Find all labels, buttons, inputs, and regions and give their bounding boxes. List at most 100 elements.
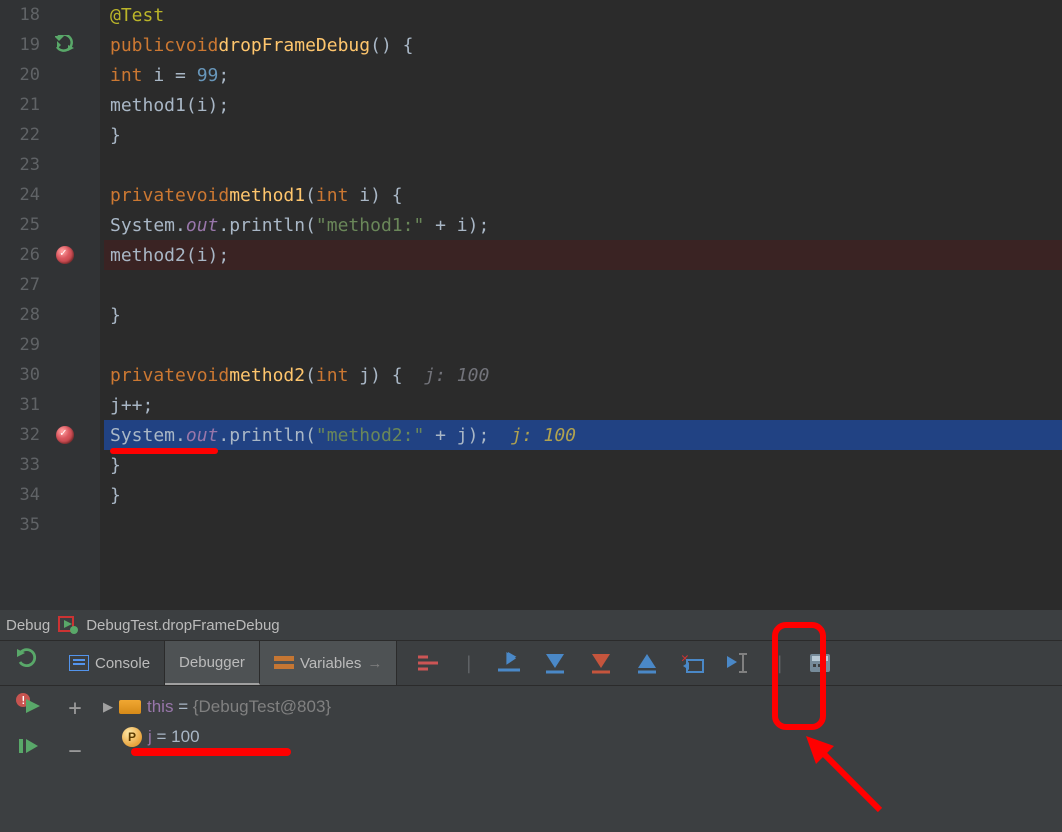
show-execution-point-button[interactable] xyxy=(415,650,441,676)
line-number: 23 xyxy=(10,155,40,175)
object-icon xyxy=(119,700,141,714)
code-token: private xyxy=(110,365,186,386)
tab-label: Variables xyxy=(300,655,361,672)
code-token: i = xyxy=(143,65,197,86)
run-config-name[interactable]: DebugTest.dropFrameDebug xyxy=(86,617,279,634)
rerun-button[interactable] xyxy=(16,647,40,671)
tab-label: Console xyxy=(95,655,150,672)
code-token: + j); xyxy=(424,425,511,446)
debugger-toolbar: Console Debugger Variables → | ✕ xyxy=(0,640,1062,685)
code-token: out xyxy=(186,215,219,236)
code-token: j++; xyxy=(110,395,153,416)
annotation-underline xyxy=(131,748,291,756)
variables-tree[interactable]: ▶ this = {DebugTest@803} P j = 100 xyxy=(95,686,1062,832)
code-token: method2(i); xyxy=(110,245,229,266)
line-number: 22 xyxy=(10,125,40,145)
variables-panel: ! + − ▶ this = {DebugTest@803} P j = 100 xyxy=(0,685,1062,832)
line-number: 32 xyxy=(10,425,40,445)
code-token: } xyxy=(110,455,121,476)
debug-toolwindow-header: Debug DebugTest.dropFrameDebug xyxy=(0,610,1062,640)
line-number: 25 xyxy=(10,215,40,235)
debug-title: Debug xyxy=(6,617,50,634)
code-token: "method1:" xyxy=(316,215,424,236)
force-step-into-button[interactable] xyxy=(588,650,614,676)
console-icon xyxy=(69,655,89,671)
code-token: int xyxy=(110,65,143,86)
step-out-button[interactable] xyxy=(634,650,660,676)
code-token: out xyxy=(186,425,219,446)
code-area[interactable]: @Test public void dropFrameDebug() { int… xyxy=(100,0,1062,610)
code-token: ( xyxy=(305,365,316,386)
code-token: } xyxy=(110,125,121,146)
code-token: private xyxy=(110,185,186,206)
tab-debugger[interactable]: Debugger xyxy=(165,641,260,685)
code-token: i) { xyxy=(348,185,402,206)
inline-value: j: 100 xyxy=(511,425,576,446)
variable-row-this[interactable]: ▶ this = {DebugTest@803} xyxy=(103,692,1054,722)
line-number: 35 xyxy=(10,515,40,535)
code-token: int xyxy=(316,185,349,206)
equals: = xyxy=(173,697,192,716)
code-token: dropFrameDebug xyxy=(218,35,370,56)
code-token: void xyxy=(186,185,229,206)
line-number: 24 xyxy=(10,185,40,205)
code-token: int xyxy=(316,365,349,386)
code-token: } xyxy=(110,305,121,326)
code-token: "method2:" xyxy=(316,425,424,446)
code-token: ( xyxy=(305,185,316,206)
step-over-button[interactable] xyxy=(496,650,522,676)
variables-icon xyxy=(274,655,294,671)
code-token: + i); xyxy=(424,215,489,236)
code-token: method1 xyxy=(229,185,305,206)
line-number: 26 xyxy=(10,245,40,265)
separator: | xyxy=(461,653,476,674)
equals: = xyxy=(152,727,171,746)
code-token: method1(i); xyxy=(110,95,229,116)
evaluate-expression-button[interactable] xyxy=(807,650,833,676)
tab-label: Debugger xyxy=(179,654,245,671)
code-token: @Test xyxy=(110,5,164,26)
svg-text:!: ! xyxy=(20,694,27,707)
parameter-icon: P xyxy=(122,727,142,747)
variable-name: this xyxy=(147,697,173,716)
resume-program-button[interactable] xyxy=(16,734,40,758)
line-number: 31 xyxy=(10,395,40,415)
breakpoint-icon[interactable] xyxy=(40,426,90,444)
code-token: void xyxy=(175,35,218,56)
drop-frame-button[interactable]: ✕ xyxy=(680,650,706,676)
code-token: void xyxy=(186,365,229,386)
code-token: System. xyxy=(110,215,186,236)
annotation-arrow xyxy=(800,730,900,820)
line-number: 30 xyxy=(10,365,40,385)
line-number: 20 xyxy=(10,65,40,85)
separator: | xyxy=(772,653,787,674)
resume-with-exception-button[interactable]: ! xyxy=(16,692,40,716)
expand-icon[interactable]: ▶ xyxy=(103,699,113,715)
step-into-button[interactable] xyxy=(542,650,568,676)
code-token: public xyxy=(110,35,175,56)
code-token: } xyxy=(110,485,121,506)
code-token: method2 xyxy=(229,365,305,386)
run-config-icon xyxy=(58,616,78,634)
code-token: .println( xyxy=(218,215,316,236)
inline-value: j: 100 xyxy=(424,365,489,386)
line-number: 27 xyxy=(10,275,40,295)
line-number: 19 xyxy=(10,35,40,55)
code-token: System. xyxy=(110,425,186,446)
line-number: 29 xyxy=(10,335,40,355)
line-number: 33 xyxy=(10,455,40,475)
editor-gutter: 18 19 20 21 22 23 24 25 26 27 28 29 30 3… xyxy=(0,0,100,610)
line-number: 28 xyxy=(10,305,40,325)
remove-watch-button[interactable]: − xyxy=(68,739,81,764)
breakpoint-icon[interactable] xyxy=(40,246,90,264)
tab-variables[interactable]: Variables → xyxy=(260,641,397,685)
code-token: 99 xyxy=(197,65,219,86)
tab-console[interactable]: Console xyxy=(55,641,165,685)
line-number: 21 xyxy=(10,95,40,115)
code-token: ; xyxy=(218,65,229,86)
add-watch-button[interactable]: + xyxy=(68,696,81,721)
tab-arrow: → xyxy=(367,655,382,672)
run-to-cursor-button[interactable] xyxy=(726,650,752,676)
run-test-icon[interactable] xyxy=(40,35,90,55)
line-number: 34 xyxy=(10,485,40,505)
